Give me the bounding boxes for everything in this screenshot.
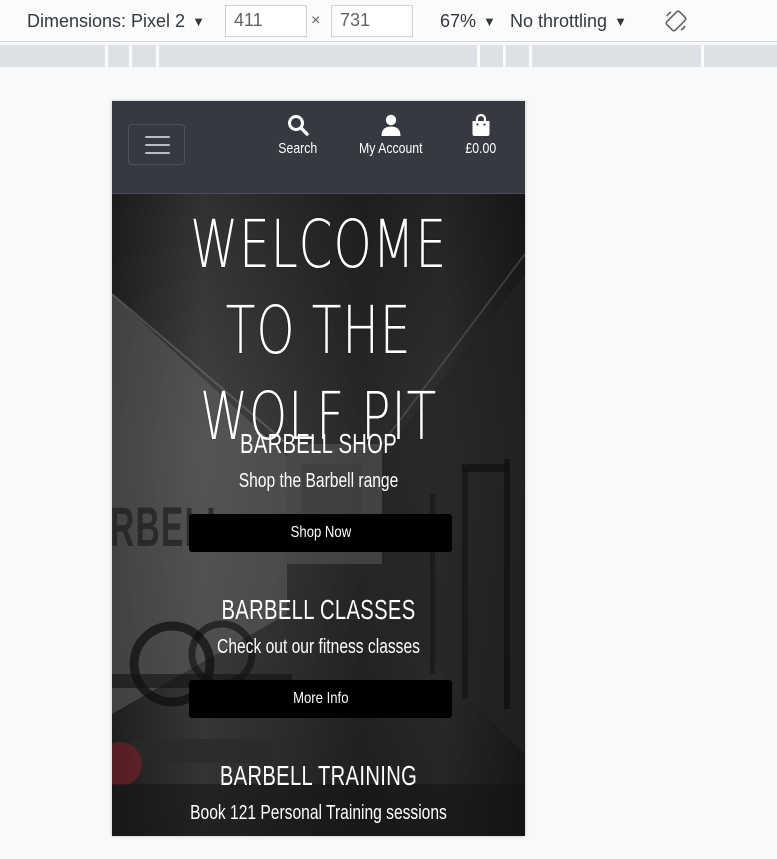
device-viewport: Search My Account £0.00 RBELL WELCOME TO… [112, 101, 525, 836]
caret-down-icon: ▼ [192, 13, 205, 29]
more-info-label: More Info [292, 690, 349, 707]
rotate-icon[interactable] [664, 9, 688, 33]
hero-section: RBELL WELCOME TO THE WOLF PIT BARBELL SH… [112, 194, 525, 836]
hamburger-line [145, 152, 170, 154]
width-input[interactable]: 411 [225, 5, 307, 37]
classes-heading: BARBELL CLASSES [221, 594, 416, 625]
shop-now-button[interactable]: Shop Now [189, 514, 452, 552]
shop-heading: BARBELL SHOP [239, 428, 398, 459]
ruler-divider [129, 45, 132, 67]
hamburger-line [145, 136, 170, 138]
training-text: Book 121 Personal Training sessions [190, 802, 447, 824]
times-label: × [311, 12, 321, 29]
ruler-divider [503, 45, 506, 67]
classes-block: BARBELL CLASSES Check out our fitness cl… [112, 594, 525, 659]
throttling-label: No throttling [510, 10, 608, 31]
shopping-bag-icon [472, 113, 490, 136]
shop-block: BARBELL SHOP Shop the Barbell range [112, 428, 525, 493]
height-input[interactable]: 731 [331, 5, 413, 37]
shop-text: Shop the Barbell range [238, 470, 399, 492]
dimensions-label: Dimensions: Pixel 2 [27, 10, 186, 31]
search-label: Search [278, 140, 318, 157]
ruler-divider [477, 45, 480, 67]
training-heading: BARBELL TRAINING [219, 760, 418, 791]
my-account-link[interactable]: My Account [352, 113, 430, 157]
caret-down-icon: ▼ [614, 13, 627, 29]
media-query-ruler[interactable] [0, 45, 777, 67]
shopping-bag-link[interactable]: £0.00 [460, 113, 502, 157]
ruler-divider [156, 45, 159, 67]
caret-down-icon: ▼ [483, 13, 496, 29]
ruler-divider [105, 45, 108, 67]
shop-now-label: Shop Now [290, 524, 351, 541]
more-info-button[interactable]: More Info [189, 680, 452, 718]
site-navbar: Search My Account £0.00 [112, 101, 525, 194]
hero-title: WELCOME TO THE WOLF PIT [189, 206, 448, 455]
user-icon [381, 114, 401, 136]
my-account-label: My Account [359, 140, 423, 157]
search-link[interactable]: Search [276, 113, 320, 157]
hamburger-menu-button[interactable] [128, 124, 185, 165]
training-block: BARBELL TRAINING Book 121 Personal Train… [112, 760, 525, 825]
bag-total-label: £0.00 [465, 140, 497, 157]
zoom-label: 67% [440, 10, 477, 31]
dimensions-dropdown[interactable]: Dimensions: Pixel 2 ▼ [27, 0, 205, 42]
classes-text: Check out our fitness classes [217, 636, 420, 658]
ruler-divider [701, 45, 704, 67]
zoom-dropdown[interactable]: 67% ▼ [440, 0, 496, 42]
search-icon [288, 115, 309, 136]
throttling-dropdown[interactable]: No throttling ▼ [510, 0, 627, 42]
hamburger-line [145, 144, 170, 146]
device-toolbar: Dimensions: Pixel 2 ▼ 411 × 731 67% ▼ No… [0, 0, 777, 42]
ruler-divider [529, 45, 532, 67]
